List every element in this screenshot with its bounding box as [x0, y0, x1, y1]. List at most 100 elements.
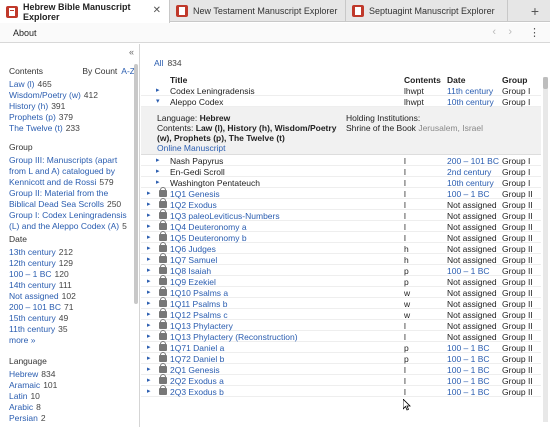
expand-caret-icon[interactable]: ▸	[156, 156, 160, 164]
row-title[interactable]: 1Q12 Psalms c	[170, 310, 228, 320]
table-row[interactable]: ▸ 1Q11 Psalms b w Not assigned Group II	[141, 297, 541, 309]
expand-caret-icon[interactable]: ▸	[147, 321, 151, 329]
expand-caret-icon[interactable]: ▸	[147, 222, 151, 230]
expand-caret-icon[interactable]: ▸	[147, 255, 151, 263]
expand-caret-icon[interactable]: ▸	[156, 178, 160, 186]
row-date[interactable]: 100 – 1 BC	[447, 387, 490, 397]
expand-caret-icon[interactable]: ▸	[147, 376, 151, 384]
sidebar-scrollbar[interactable]	[134, 64, 138, 304]
table-row[interactable]: ▸ 1Q2 Exodus l Not assigned Group II	[141, 198, 541, 210]
close-tab-icon[interactable]: ✕	[153, 5, 161, 16]
table-row[interactable]: ▸ 1Q10 Psalms a w Not assigned Group II	[141, 286, 541, 298]
table-row[interactable]: ▸ 1Q4 Deuteronomy a l Not assigned Group II	[141, 220, 541, 232]
row-date[interactable]: 100 – 1 BC	[447, 365, 490, 375]
column-header-group[interactable]: Group	[502, 75, 528, 85]
row-date[interactable]: 100 – 1 BC	[447, 343, 490, 353]
facet-item[interactable]: Not assigned 102	[9, 291, 134, 302]
expand-caret-icon[interactable]: ▸	[156, 167, 160, 175]
table-row[interactable]: ▸ 1Q13 Phylactery (Reconstruction) l Not as…	[141, 330, 541, 342]
expand-caret-icon[interactable]: ▸	[147, 332, 151, 340]
table-row[interactable]: ▸ Nash Papyrus l 200 – 101 BC Group I	[141, 155, 541, 166]
row-title[interactable]: 1Q9 Ezekiel	[170, 277, 216, 287]
column-header-title[interactable]: Title	[170, 75, 187, 85]
collapse-sidebar-button[interactable]: «	[129, 47, 134, 57]
facet-item[interactable]: Group II: Material from the Biblical Dea…	[9, 188, 134, 210]
row-title[interactable]: 1Q11 Psalms b	[170, 299, 227, 309]
facet-item[interactable]: Group I: Codex Leningradensis (L) and th…	[9, 210, 134, 232]
facet-item[interactable]: 14th century 111	[9, 280, 134, 291]
row-title[interactable]: 2Q3 Exodus b	[170, 387, 224, 397]
table-row[interactable]: ▸ Washington Pentateuch l 10th century Group…	[141, 177, 541, 188]
row-title[interactable]: 1Q7 Samuel	[170, 255, 217, 265]
row-title[interactable]: 2Q1 Genesis	[170, 365, 220, 375]
row-date[interactable]: 100 – 1 BC	[447, 376, 490, 386]
row-title[interactable]: 1Q72 Daniel b	[170, 354, 224, 364]
table-row[interactable]: ▸ 1Q6 Judges h Not assigned Group II	[141, 242, 541, 254]
table-row[interactable]: ▸ 1Q12 Psalms c w Not assigned Group II	[141, 308, 541, 320]
row-date[interactable]: 10th century	[447, 97, 494, 107]
table-row[interactable]: ▾ Aleppo Codex lhwpt 10th century Group …	[141, 96, 541, 107]
facet-item[interactable]: Prophets (p) 379	[9, 112, 134, 123]
table-row[interactable]: ▸ 1Q71 Daniel a p 100 – 1 BC Group II	[141, 341, 541, 353]
table-row[interactable]: ▸ 1Q1 Genesis l 100 – 1 BC Group II	[141, 187, 541, 199]
facet-item[interactable]: Law (l) 465	[9, 79, 134, 90]
table-row[interactable]: ▸ En-Gedi Scroll l 2nd century Group I	[141, 166, 541, 177]
table-row[interactable]: ▸ 1Q9 Ezekiel p Not assigned Group II	[141, 275, 541, 287]
facet-item[interactable]: 12th century 129	[9, 258, 134, 269]
column-header-date[interactable]: Date	[447, 75, 465, 85]
row-date[interactable]: 100 – 1 BC	[447, 189, 490, 199]
expand-caret-icon[interactable]: ▸	[147, 189, 151, 197]
facet-item[interactable]: 100 – 1 BC 120	[9, 269, 134, 280]
row-title[interactable]: 1Q2 Exodus	[170, 200, 217, 210]
row-date[interactable]: 2nd century	[447, 167, 491, 177]
row-title[interactable]: 2Q2 Exodus a	[170, 376, 224, 386]
row-title[interactable]: 1Q5 Deuteronomy b	[170, 233, 247, 243]
facet-item[interactable]: Group III: Manuscripts (apart from L and…	[9, 155, 134, 188]
forward-button[interactable]: ›	[508, 26, 512, 38]
facet-item[interactable]: Aramaic 101	[9, 380, 134, 391]
facet-item[interactable]: Latin 10	[9, 391, 134, 402]
expand-caret-icon[interactable]: ▸	[147, 288, 151, 296]
row-title[interactable]: 1Q13 Phylactery	[170, 321, 233, 331]
about-menu[interactable]: About	[13, 28, 37, 38]
expand-caret-icon[interactable]: ▸	[147, 211, 151, 219]
facet-item[interactable]: Wisdom/Poetry (w) 412	[9, 90, 134, 101]
expand-caret-icon[interactable]: ▸	[147, 233, 151, 241]
table-row[interactable]: ▸ 1Q8 Isaiah p 100 – 1 BC Group II	[141, 264, 541, 276]
facet-item[interactable]: The Twelve (t) 233	[9, 123, 134, 134]
expand-caret-icon[interactable]: ▸	[147, 299, 151, 307]
back-button[interactable]: ‹	[492, 26, 496, 38]
expand-caret-icon[interactable]: ▸	[147, 266, 151, 274]
expand-caret-icon[interactable]: ▸	[147, 343, 151, 351]
table-row[interactable]: ▸ 1Q13 Phylactery l Not assigned Group II	[141, 319, 541, 331]
row-title[interactable]: 1Q1 Genesis	[170, 189, 220, 199]
tab-hebrew-bible[interactable]: Hebrew Bible Manuscript Explorer ✕	[0, 0, 170, 23]
row-date[interactable]: 11th century	[447, 86, 493, 96]
row-date[interactable]: 100 – 1 BC	[447, 354, 490, 364]
all-link[interactable]: All	[154, 58, 163, 68]
facet-item[interactable]: 15th century 49	[9, 313, 134, 324]
date-more-link[interactable]: more »	[9, 335, 134, 345]
table-row[interactable]: ▸ 2Q1 Genesis l 100 – 1 BC Group II	[141, 363, 541, 375]
scrollbar-thumb[interactable]	[543, 77, 548, 89]
expand-caret-icon[interactable]: ▸	[147, 387, 151, 395]
row-title[interactable]: 1Q10 Psalms a	[170, 288, 228, 298]
row-title[interactable]: 1Q6 Judges	[170, 244, 216, 254]
sort-by-count[interactable]: By Count	[82, 66, 117, 76]
row-title[interactable]: 1Q3 paleoLeviticus-Numbers	[170, 211, 280, 221]
table-row[interactable]: ▸ 1Q72 Daniel b p 100 – 1 BC Group II	[141, 352, 541, 364]
expand-caret-icon[interactable]: ▸	[147, 365, 151, 373]
online-manuscript-link[interactable]: Online Manuscript	[157, 143, 337, 153]
tab-new-testament[interactable]: New Testament Manuscript Explorer	[170, 0, 346, 22]
row-date[interactable]: 10th century	[447, 178, 494, 188]
table-row[interactable]: ▸ 1Q3 paleoLeviticus-Numbers l Not assigned…	[141, 209, 541, 221]
table-row[interactable]: ▸ Codex Leningradensis lhwpt 11th centur…	[141, 85, 541, 96]
row-title[interactable]: 1Q71 Daniel a	[170, 343, 224, 353]
table-row[interactable]: ▸ 1Q7 Samuel h Not assigned Group II	[141, 253, 541, 265]
add-tab-button[interactable]: +	[520, 0, 550, 21]
facet-item[interactable]: 13th century 212	[9, 247, 134, 258]
expand-caret-icon[interactable]: ▸	[147, 244, 151, 252]
main-scrollbar[interactable]	[543, 77, 548, 422]
facet-item[interactable]: 11th century 35	[9, 324, 134, 335]
expand-caret-icon[interactable]: ▸	[147, 277, 151, 285]
